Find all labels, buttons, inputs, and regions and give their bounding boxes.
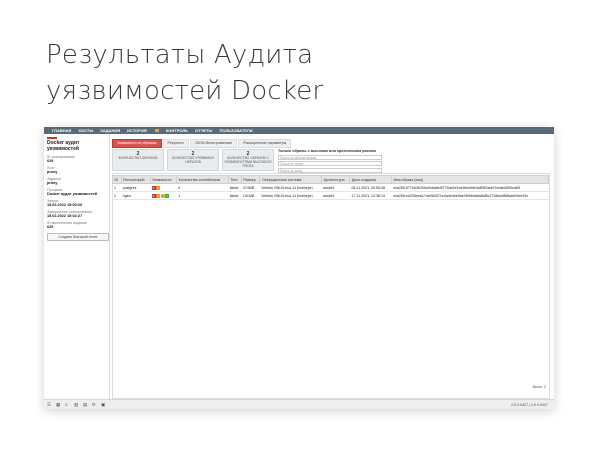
nav-item-history-label: ИСТОРИЯ <box>127 128 147 133</box>
nav-item-reports[interactable]: ОТЧЕТЫ <box>195 128 212 133</box>
field-value: proxy <box>47 169 58 174</box>
sidebar-accent <box>47 137 57 139</box>
cell-arch: amd64 <box>321 183 350 192</box>
col-os[interactable]: Операционная система <box>259 175 323 184</box>
settings-icon[interactable]: ▣ <box>101 402 106 407</box>
stat-images: 2 КОЛИЧЕСТВО ОБРАЗОВ <box>112 149 164 171</box>
cell-size: 141MB <box>241 191 260 200</box>
list-icon[interactable]: ≡ <box>65 402 70 407</box>
col-created[interactable]: Дата создания <box>349 175 393 184</box>
table-row[interactable]: 2 nginx 4 16 2 1 1 latest 141MB Debian GNU/… <box>112 191 549 200</box>
images-table: ID Репозиторий Уязвимости Количество кон… <box>112 175 549 200</box>
cell-vulns: 4 15 <box>150 183 177 192</box>
cell-repo: postgres <box>121 183 150 192</box>
top-nav: ГЛАВНАЯ ХОСТЫ ЗАДАНИЯ ИСТОРИЯ КОНТРОЛЬ О… <box>44 127 554 134</box>
cell-date: 17.11.2021, 13:38:14 <box>349 191 392 200</box>
field-value: 629 <box>47 224 54 229</box>
stat-caption: КОЛИЧЕСТВО ОБРАЗОВ <box>118 156 158 160</box>
nav-item-tasks[interactable]: ЗАДАНИЯ <box>100 128 120 133</box>
status-bar: ☰ ▦ ≡ ▥ ▤ ⟳ ▣ 2.6.9.6407 | 2.6.9.6407 <box>44 399 554 409</box>
version-label: 2.6.9.6407 | 2.6.9.6407 <box>511 402 548 407</box>
total-count: Всего: 2 <box>532 385 546 389</box>
cell-hash: sha256:577e53b2f4cb9dda8d9775da2e1be9bb4… <box>391 183 549 192</box>
cell-tag: latest <box>228 183 242 192</box>
cell-containers: 1 <box>176 191 229 200</box>
filter-panel: Только образы с высоким или критическим … <box>278 149 388 173</box>
cell-date: 08.11.2021, 00:55:48 <box>349 183 392 192</box>
nav-item-history[interactable]: ИСТОРИЯ <box>127 128 159 133</box>
col-tags[interactable]: Теги <box>227 175 242 184</box>
severity-low: 1 <box>165 193 169 198</box>
col-vulns[interactable]: Уязвимости <box>149 175 178 184</box>
severity-medium: 2 <box>160 193 165 198</box>
cell-id: 1 <box>112 183 122 192</box>
stat-caption: КОЛИЧЕСТВО УЯЗВИМЫХ ОБРАЗОВ <box>171 156 215 164</box>
hash-search-input[interactable]: Поиск по хешу <box>278 167 382 173</box>
scan-title: Docker аудит уязвимостей <box>47 139 80 152</box>
tab-json-filtered[interactable]: JSON-Фильтрованные <box>189 139 238 148</box>
col-size[interactable]: Размер <box>240 175 261 184</box>
repo-search-input[interactable]: Поиск по репозиториям <box>278 154 382 160</box>
cell-size: 374MB <box>241 183 260 192</box>
cell-id: 2 <box>112 191 122 200</box>
stat-caption: КОЛИЧЕСТВО ОБРАЗОВ С УЯЗВИМОСТЯМИ ВЫСОКО… <box>224 156 272 168</box>
grid-icon[interactable]: ▦ <box>56 402 61 407</box>
cell-tag: latest <box>228 191 242 200</box>
severity-critical: 4 <box>151 185 156 190</box>
field-value: 629 <box>47 158 54 163</box>
cell-arch: amd64 <box>321 191 350 200</box>
tab-bar: Уязвимости по образам Результат JSON-Фил… <box>112 139 292 148</box>
refresh-icon[interactable]: ⟳ <box>92 402 97 407</box>
tab-result[interactable]: Результат <box>162 139 189 148</box>
severity-high: 15 <box>156 185 160 190</box>
headline-line-2: уязвимостей Docker <box>46 76 324 106</box>
cell-hash: sha256:ea335eea17ab984571e4a4e4be9ae3f9b… <box>391 191 549 200</box>
chart-icon[interactable]: ▥ <box>74 402 79 407</box>
nav-item-control[interactable]: КОНТРОЛЬ <box>166 128 188 133</box>
history-badge <box>154 129 159 133</box>
severity-critical: 4 <box>151 193 156 198</box>
stat-high-risk-images: 2 КОЛИЧЕСТВО ОБРАЗОВ С УЯЗВИМОСТЯМИ ВЫСО… <box>222 149 274 171</box>
cell-vulns: 4 16 2 1 <box>150 191 177 200</box>
field-value: proxy <box>47 180 58 185</box>
menu-icon[interactable]: ☰ <box>47 402 52 407</box>
col-containers[interactable]: Количество контейнеров <box>176 175 229 184</box>
cell-containers: 0 <box>176 183 229 192</box>
scan-sidebar: Docker аудит уязвимостей ID сканирования… <box>44 134 110 399</box>
col-repo[interactable]: Репозиторий <box>120 175 151 184</box>
col-hash[interactable]: Имя образа (хеш) <box>391 175 549 184</box>
field-value: 15.02.2022 15:00:26 <box>47 202 83 207</box>
nav-item-home[interactable]: ГЛАВНАЯ <box>52 128 71 133</box>
headline-line-1: Результаты Аудита <box>46 40 314 70</box>
tab-image-vulns[interactable]: Уязвимости по образам <box>112 139 162 148</box>
quick-report-button[interactable]: Создать быстрый отчет <box>47 232 109 241</box>
nav-item-hosts[interactable]: ХОСТЫ <box>78 128 93 133</box>
cell-repo: nginx <box>121 191 150 200</box>
col-arch[interactable]: Архитектура <box>321 175 351 184</box>
folder-icon[interactable]: ▤ <box>83 402 88 407</box>
stat-vulnerable-images: 2 КОЛИЧЕСТВО УЯЗВИМЫХ ОБРАЗОВ <box>167 149 219 171</box>
tab-advanced[interactable]: Расширенные параметры <box>238 139 292 148</box>
col-id[interactable]: ID <box>112 175 122 184</box>
cell-os: Debian GNU/Linux 11 (bullseye) <box>259 191 322 200</box>
results-panel <box>112 173 550 399</box>
cell-os: Debian GNU/Linux 11 (bullseye) <box>259 183 322 192</box>
severity-high: 16 <box>156 193 160 198</box>
app-screenshot: ГЛАВНАЯ ХОСТЫ ЗАДАНИЯ ИСТОРИЯ КОНТРОЛЬ О… <box>44 127 554 409</box>
tag-search-input[interactable]: Поиск по тегам <box>278 161 382 166</box>
field-value: 15.02.2022 15:02:27 <box>47 213 83 218</box>
table-header-row: ID Репозиторий Уязвимости Количество кон… <box>112 175 549 184</box>
field-value: Docker аудит уязвимостей <box>47 191 97 196</box>
high-risk-filter-toggle[interactable]: Только образы с высоким или критическим … <box>278 149 388 153</box>
table-row[interactable]: 1 postgres 4 15 0 latest 374MB Debian GNU… <box>112 183 549 192</box>
nav-item-users[interactable]: ПОЛЬЗОВАТЕЛИ <box>219 128 252 133</box>
